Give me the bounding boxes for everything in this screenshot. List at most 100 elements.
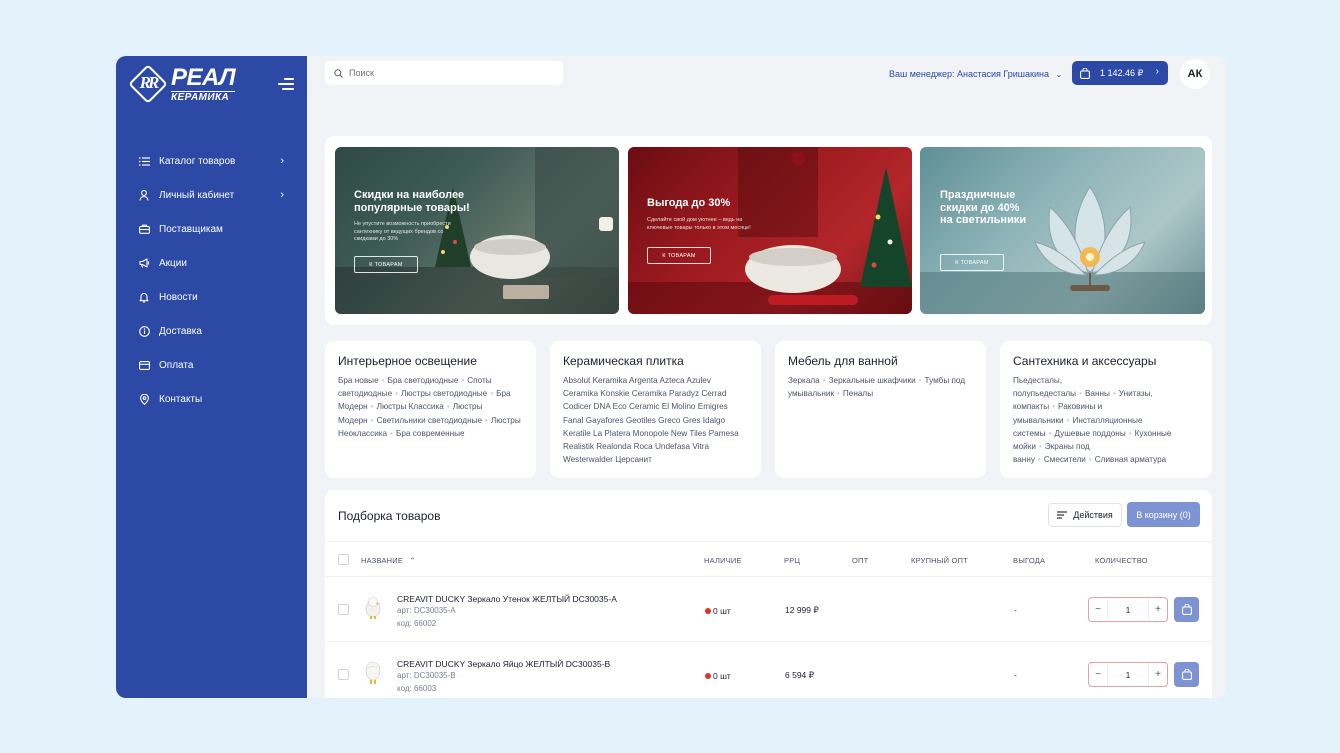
info-icon: [138, 325, 150, 337]
column-name[interactable]: НАЗВАНИЕ ⌃: [361, 556, 416, 565]
menu-toggle-icon[interactable]: [278, 78, 294, 90]
category-tag-link[interactable]: Fanal: [563, 416, 583, 425]
sidebar-item-payment[interactable]: Оплата: [138, 348, 288, 382]
table-row: CREAVIT DUCKY Зеркало Яйцо ЖЕЛТЫЙ DC3003…: [325, 642, 1212, 698]
category-tag-link[interactable]: Люстры Классика: [377, 402, 444, 411]
cart-button[interactable]: 1 142.46 ₽ ›: [1072, 61, 1168, 85]
increment-button[interactable]: +: [1149, 604, 1167, 615]
category-tag-link[interactable]: Greco Gres: [658, 416, 700, 425]
category-tag-link[interactable]: Azteca: [660, 376, 685, 385]
category-tag-link[interactable]: Ванны: [1085, 389, 1110, 398]
quantity-value[interactable]: 1: [1107, 663, 1149, 686]
sidebar-item-delivery[interactable]: Доставка: [138, 314, 288, 348]
category-tag-link[interactable]: Emigres: [698, 402, 728, 411]
category-tag-link[interactable]: Пьедесталы, полупьедесталы: [1013, 376, 1076, 398]
logo[interactable]: RR РЕАЛ КЕРАМИКА: [128, 64, 236, 104]
category-tag-link[interactable]: Церсанит: [615, 455, 652, 464]
table-header: НАЗВАНИЕ ⌃ НАЛИЧИЕ РРЦ ОПТ КРУПНЫЙ ОПТ В…: [325, 541, 1212, 577]
banner-popular[interactable]: Скидки на наиболее популярные товары! Не…: [335, 147, 619, 314]
category-tag-link[interactable]: Светильники светодиодные: [377, 416, 482, 425]
row-add-to-cart-button[interactable]: [1174, 662, 1199, 687]
row-checkbox[interactable]: [338, 669, 349, 680]
category-tag-link[interactable]: Сливная арматура: [1095, 455, 1166, 464]
product-name[interactable]: CREAVIT DUCKY Зеркало Яйцо ЖЕЛТЫЙ DC3003…: [397, 659, 610, 669]
category-tag-link[interactable]: La Platera: [593, 429, 630, 438]
category-tag-link[interactable]: Ceramika Paradyz: [632, 389, 699, 398]
sidebar-item-catalog[interactable]: Каталог товаров ›: [138, 144, 288, 178]
row-add-to-cart-button[interactable]: [1174, 597, 1199, 622]
sidebar-item-account[interactable]: Личный кабинет ›: [138, 178, 288, 212]
category-title: Керамическая плитка: [563, 354, 684, 368]
list-icon: [138, 155, 150, 167]
sidebar-item-news[interactable]: Новости: [138, 280, 288, 314]
category-tag-link[interactable]: Realonda: [596, 442, 631, 451]
category-tag-link[interactable]: Realistik: [563, 442, 594, 451]
category-tag-link[interactable]: Зеркала: [788, 376, 820, 385]
tag-separator: •: [490, 389, 494, 399]
category-tag-link[interactable]: Eco Ceramic: [613, 402, 660, 411]
banner-cta-button[interactable]: К ТОВАРАМ: [940, 254, 1004, 271]
category-tag-link[interactable]: Ceramika Konskie: [563, 389, 629, 398]
category-tag-link[interactable]: Azulev: [686, 376, 711, 385]
category-tag-link[interactable]: New Tiles: [671, 429, 707, 438]
product-name[interactable]: CREAVIT DUCKY Зеркало Утенок ЖЕЛТЫЙ DC30…: [397, 594, 617, 604]
category-tag-link[interactable]: Pamesa: [709, 429, 739, 438]
chevron-right-icon: ›: [280, 189, 284, 201]
category-tag-link[interactable]: Geotiles: [626, 416, 656, 425]
banner-discount[interactable]: Выгода до 30% Сделайте свой дом уютнее –…: [628, 147, 912, 314]
actions-button[interactable]: Действия: [1048, 503, 1122, 527]
category-tag-link[interactable]: Бра современные: [396, 429, 465, 438]
main-content: Ваш менеджер: Анастасия Гришакина ⌄ 1 14…: [307, 56, 1226, 698]
add-to-cart-button[interactable]: В корзину (0): [1127, 502, 1200, 527]
sidebar-item-suppliers[interactable]: Поставщикам: [138, 212, 288, 246]
category-tag-link[interactable]: Codicer: [563, 402, 591, 411]
category-tag-link[interactable]: Roca: [634, 442, 653, 451]
category-tag-link[interactable]: Бра светодиодные: [388, 376, 459, 385]
category-tag-link[interactable]: Absolut Keramika: [563, 376, 627, 385]
category-tag-link[interactable]: Смесители: [1044, 455, 1086, 464]
category-tag-link[interactable]: Undefasa: [655, 442, 690, 451]
category-tag-link[interactable]: DNA: [594, 402, 611, 411]
category-tag-link[interactable]: Зеркальные шкафчики: [829, 376, 916, 385]
category-tag-link[interactable]: Пеналы: [843, 389, 873, 398]
banner-cta-button[interactable]: К ТОВАРАМ: [354, 256, 418, 273]
category-tag-link[interactable]: Душевые поддоны: [1054, 429, 1125, 438]
category-tag-link[interactable]: Бра новые: [338, 376, 379, 385]
select-all-checkbox[interactable]: [338, 554, 349, 565]
category-tag-link[interactable]: Keratile: [563, 429, 591, 438]
category-tag-link[interactable]: Argenta: [629, 376, 658, 385]
logo-line2: КЕРАМИКА: [171, 90, 236, 103]
sidebar-item-promotions[interactable]: Акции: [138, 246, 288, 280]
category-tag-link[interactable]: El Molino: [662, 402, 696, 411]
search-input[interactable]: [349, 68, 549, 78]
category-card-tiles: Керамическая плитка Absolut Keramika Arg…: [550, 341, 761, 478]
search-box[interactable]: [325, 61, 563, 85]
chevron-right-icon: ›: [280, 155, 284, 167]
product-code: код: 66003: [397, 684, 437, 693]
lamp-illustration: [920, 186, 1205, 314]
product-thumbnail[interactable]: [361, 659, 385, 685]
sidebar-item-contacts[interactable]: Контакты: [138, 382, 288, 416]
decrement-button[interactable]: −: [1089, 604, 1107, 615]
category-tag-link[interactable]: Monopole: [633, 429, 669, 438]
manager-dropdown[interactable]: Ваш менеджер: Анастасия Гришакина ⌄: [889, 69, 1062, 79]
category-tag-link[interactable]: Vitra: [692, 442, 709, 451]
category-tag-link[interactable]: Cerrad: [701, 389, 726, 398]
bag-icon: [1181, 604, 1192, 615]
category-tag-link[interactable]: Idalgo: [703, 416, 725, 425]
category-tag-link[interactable]: Gayafores: [586, 416, 624, 425]
price-gain: -: [1014, 605, 1017, 615]
avatar[interactable]: АК: [1180, 59, 1210, 89]
banner-cta-button[interactable]: К ТОВАРАМ: [647, 247, 711, 264]
tag-separator: •: [837, 389, 840, 399]
category-tag-link[interactable]: Люстры светодиодные: [401, 389, 487, 398]
tag-separator: •: [918, 376, 922, 385]
category-tag-link[interactable]: Westerwalder: [563, 455, 613, 464]
availability: 0 шт: [705, 671, 731, 681]
product-thumbnail[interactable]: [361, 594, 385, 620]
banner-lighting[interactable]: Праздничные скидки до 40% на светильники…: [920, 147, 1205, 314]
decrement-button[interactable]: −: [1089, 669, 1107, 680]
increment-button[interactable]: +: [1149, 669, 1167, 680]
quantity-value[interactable]: 1: [1107, 598, 1149, 621]
row-checkbox[interactable]: [338, 604, 349, 615]
